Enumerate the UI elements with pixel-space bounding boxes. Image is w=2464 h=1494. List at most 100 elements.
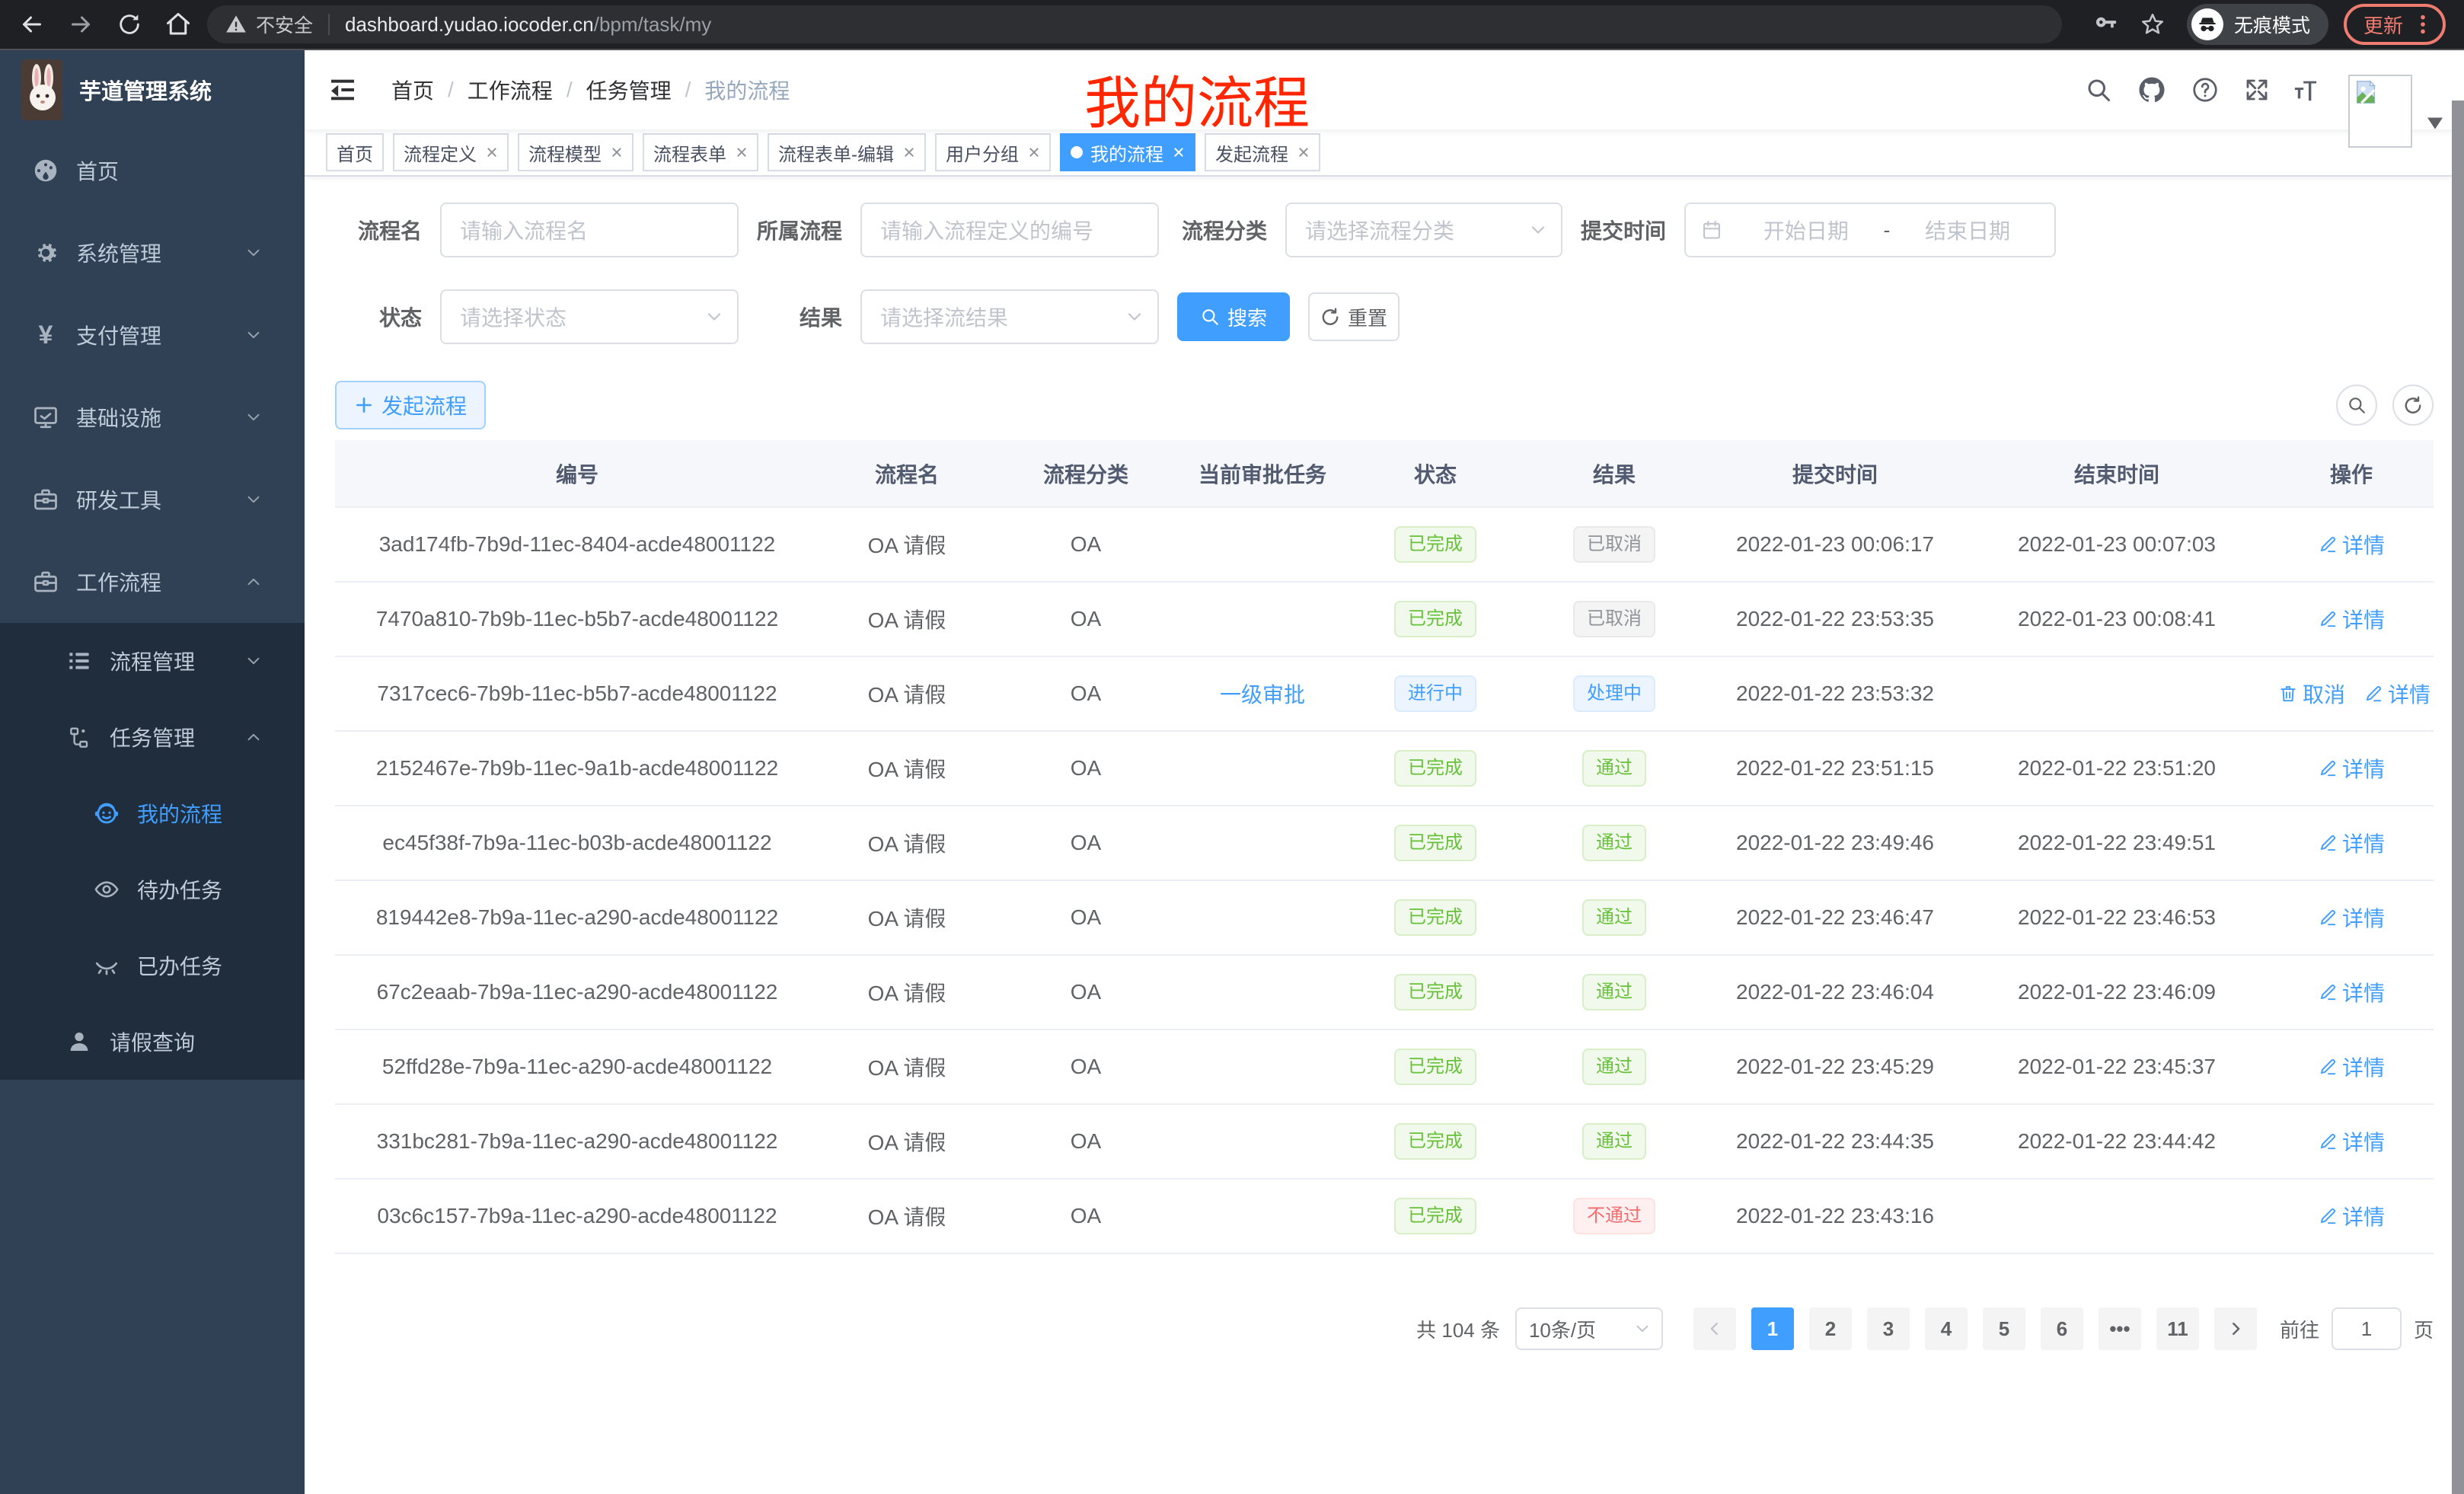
tab-user-group[interactable]: 用户分组 — [935, 133, 1051, 171]
table-row: 331bc281-7b9a-11ec-a290-acde48001122 OA … — [335, 1104, 2434, 1179]
github-icon[interactable] — [2138, 76, 2166, 104]
cell-task — [1177, 1179, 1348, 1253]
close-icon[interactable] — [1297, 146, 1310, 158]
font-size-icon[interactable] — [2292, 76, 2319, 104]
breadcrumb-item[interactable]: 任务管理 — [586, 75, 672, 105]
sidebar-item-devtool[interactable]: 研发工具 — [0, 458, 305, 541]
tab-process-def[interactable]: 流程定义 — [393, 133, 509, 171]
goto-page-input[interactable]: 1 — [2332, 1307, 2402, 1350]
sidebar-item-todo-task[interactable]: 待办任务 — [0, 851, 305, 927]
cell-result: 已取消 — [1523, 582, 1706, 656]
detail-link[interactable]: 详情 — [2318, 828, 2385, 858]
tab-home[interactable]: 首页 — [326, 133, 384, 171]
cell-category: OA — [994, 806, 1177, 880]
page-button-4[interactable]: 4 — [1925, 1307, 1968, 1350]
prev-page-button[interactable] — [1693, 1307, 1736, 1350]
breadcrumb-item[interactable]: 工作流程 — [468, 75, 553, 105]
sidebar-item-my-process[interactable]: 我的流程 — [0, 775, 305, 851]
date-end-input[interactable]: 结束日期 — [1896, 215, 2039, 245]
close-icon[interactable] — [611, 146, 623, 158]
fullscreen-icon[interactable] — [2243, 76, 2271, 104]
filter-def-input[interactable]: 请输入流程定义的编号 — [860, 203, 1159, 257]
detail-link[interactable]: 详情 — [2318, 753, 2385, 784]
sidebar-item-label: 任务管理 — [110, 722, 195, 752]
filter-name-input[interactable]: 请输入流程名 — [440, 203, 739, 257]
close-icon[interactable] — [1173, 146, 1185, 158]
close-icon[interactable] — [1028, 146, 1040, 158]
detail-link[interactable]: 详情 — [2318, 1052, 2385, 1082]
close-icon[interactable] — [736, 146, 748, 158]
page-button-2[interactable]: 2 — [1809, 1307, 1852, 1350]
window-scrollbar[interactable] — [2452, 101, 2464, 1494]
cell-status: 已完成 — [1348, 955, 1523, 1030]
cell-submit-time: 2022-01-22 23:49:46 — [1706, 806, 1964, 880]
sidebar-item-system[interactable]: 系统管理 — [0, 212, 305, 294]
filter-category-select[interactable]: 请选择流程分类 — [1285, 203, 1562, 257]
tab-process-model[interactable]: 流程模型 — [518, 133, 634, 171]
cell-operations: 详情 — [2269, 582, 2434, 656]
next-page-button[interactable] — [2214, 1307, 2257, 1350]
page-button-3[interactable]: 3 — [1867, 1307, 1910, 1350]
create-process-button[interactable]: 发起流程 — [335, 381, 486, 429]
detail-link[interactable]: 详情 — [2318, 529, 2385, 560]
sidebar-item-home[interactable]: 首页 — [0, 129, 305, 212]
tab-process-form-edit[interactable]: 流程表单-编辑 — [768, 133, 926, 171]
cell-name: OA 请假 — [819, 806, 994, 880]
breadcrumb-item[interactable]: 首页 — [391, 75, 434, 105]
close-icon[interactable] — [903, 146, 915, 158]
detail-link[interactable]: 详情 — [2318, 1201, 2385, 1231]
filter-date-range[interactable]: 开始日期 - 结束日期 — [1684, 203, 2056, 257]
sidebar-item-process-manage[interactable]: 流程管理 — [0, 623, 305, 699]
chevron-down-icon — [705, 308, 723, 326]
browser-update-button[interactable]: 更新 — [2344, 4, 2446, 45]
page-ellipsis[interactable]: ••• — [2099, 1307, 2141, 1350]
page-size-select[interactable]: 10条/页 — [1515, 1307, 1663, 1350]
cell-task — [1177, 582, 1348, 656]
sidebar-item-infra[interactable]: 基础设施 — [0, 376, 305, 458]
show-search-button[interactable] — [2336, 385, 2377, 426]
detail-link[interactable]: 详情 — [2318, 604, 2385, 634]
logo[interactable]: 芋道管理系统 — [0, 50, 305, 129]
sidebar-toggle-button[interactable] — [327, 75, 358, 105]
bookmark-star-icon[interactable] — [2140, 11, 2166, 37]
header-search-icon[interactable] — [2085, 76, 2112, 104]
sidebar-item-payment[interactable]: ¥支付管理 — [0, 294, 305, 376]
not-secure-icon[interactable] — [225, 14, 247, 35]
page-button-1[interactable]: 1 — [1751, 1307, 1794, 1350]
browser-home-button[interactable] — [164, 11, 192, 38]
browser-reload-button[interactable] — [116, 11, 143, 38]
date-start-input[interactable]: 开始日期 — [1735, 215, 1878, 245]
browser-forward-button[interactable] — [67, 11, 94, 38]
page-button-6[interactable]: 6 — [2041, 1307, 2083, 1350]
address-bar[interactable]: 不安全 dashboard.yudao.iocoder.cn/bpm/task/… — [207, 5, 2062, 43]
page-button-5[interactable]: 5 — [1983, 1307, 2025, 1350]
chevron-down-icon — [245, 409, 262, 426]
close-icon[interactable] — [486, 146, 498, 158]
refresh-table-button[interactable] — [2392, 385, 2434, 426]
filter-status-select[interactable]: 请选择状态 — [440, 289, 739, 344]
task-link[interactable]: 一级审批 — [1220, 678, 1305, 709]
help-icon[interactable] — [2191, 76, 2219, 104]
detail-link[interactable]: 详情 — [2318, 977, 2385, 1007]
reset-button[interactable]: 重置 — [1308, 292, 1400, 341]
avatar[interactable] — [2348, 75, 2412, 148]
browser-menu-icon[interactable] — [2412, 12, 2434, 37]
avatar-dropdown-icon[interactable] — [2427, 117, 2443, 129]
cell-end-time — [1964, 656, 2269, 731]
sidebar-item-leave-query[interactable]: 请假查询 — [0, 1004, 305, 1080]
page-button-11[interactable]: 11 — [2156, 1307, 2199, 1350]
filter-result-select[interactable]: 请选择流结果 — [860, 289, 1159, 344]
search-button[interactable]: 搜索 — [1177, 292, 1290, 341]
detail-link[interactable]: 详情 — [2363, 678, 2430, 709]
cell-result: 通过 — [1523, 806, 1706, 880]
breadcrumb-item: 我的流程 — [704, 75, 790, 105]
password-key-icon[interactable] — [2092, 11, 2118, 37]
detail-link[interactable]: 详情 — [2318, 902, 2385, 933]
browser-back-button[interactable] — [18, 11, 46, 38]
tab-process-form[interactable]: 流程表单 — [643, 133, 758, 171]
detail-link[interactable]: 详情 — [2318, 1126, 2385, 1157]
sidebar-item-done-task[interactable]: 已办任务 — [0, 927, 305, 1004]
cancel-link[interactable]: 取消 — [2278, 678, 2345, 709]
sidebar-item-task-manage[interactable]: 任务管理 — [0, 699, 305, 775]
sidebar-item-workflow[interactable]: 工作流程 — [0, 541, 305, 623]
